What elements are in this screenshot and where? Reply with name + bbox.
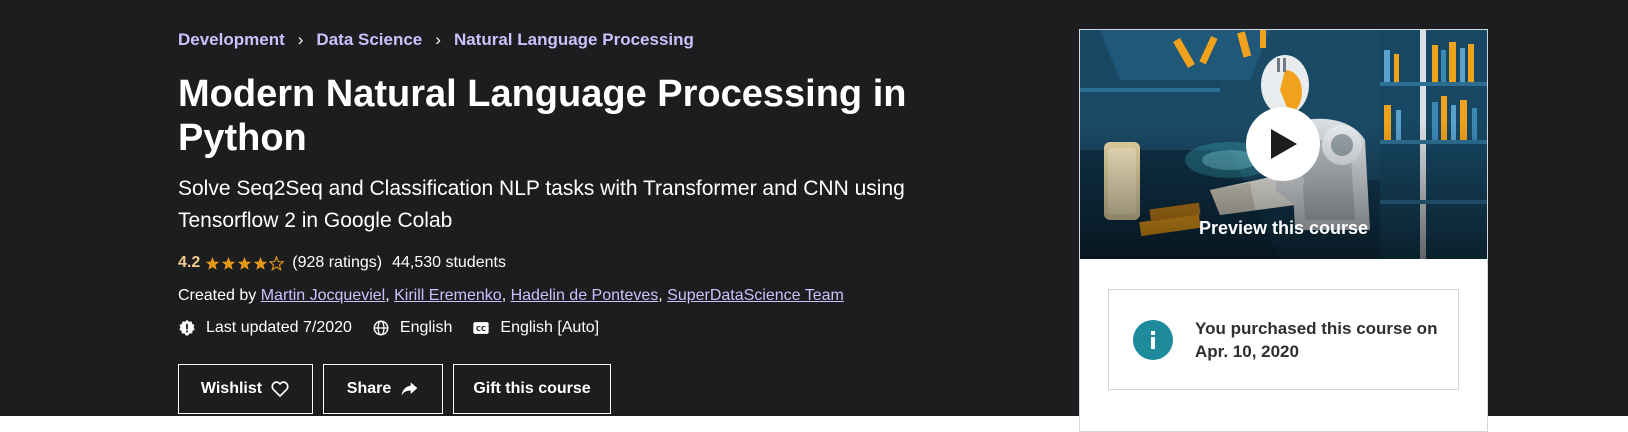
share-arrow-icon [401,382,418,396]
students-count: 44,530 students [392,254,506,271]
instructor-link[interactable]: Martin Jocqueviel [261,287,386,304]
last-updated-text: Last updated 7/2020 [206,319,352,336]
course-captions: CC English [Auto] [472,319,599,337]
purchased-notice: You purchased this course on Apr. 10, 20… [1108,289,1459,390]
chevron-right-icon: › [297,30,304,49]
breadcrumb-item-data-science[interactable]: Data Science [316,30,422,50]
course-subtitle: Solve Seq2Seq and Classification NLP tas… [178,177,905,232]
ratings-count[interactable]: (928 ratings) [292,254,382,272]
rating-value: 4.2 [178,254,201,271]
star-icon [238,256,252,270]
breadcrumb-item-development[interactable]: Development [178,30,285,50]
alert-badge-icon [179,319,195,336]
course-preview[interactable]: Preview this course [1080,30,1487,259]
gift-course-button[interactable]: Gift this course [453,364,611,414]
star-icon [206,256,220,270]
info-icon [1133,319,1173,360]
action-buttons: Wishlist Share Gift this course [178,364,621,414]
breadcrumb: Development › Data Science › Natural Lan… [178,30,694,50]
instructor-link[interactable]: SuperDataScience Team [667,287,844,304]
wishlist-label: Wishlist [200,380,263,397]
breadcrumb-item-nlp[interactable]: Natural Language Processing [454,30,694,50]
course-language: English [372,319,452,337]
star-icon [222,256,236,270]
gift-label: Gift this course [473,380,591,397]
share-label: Share [346,380,392,397]
course-title: Modern Natural Language Processing in Py… [178,73,907,159]
star-icon [254,256,268,270]
play-button[interactable] [1246,107,1320,181]
rating-summary: 4.2 (928 ratings) 44,530 students [178,254,506,272]
purchased-text: You purchased this course on Apr. 10, 20… [1195,318,1438,361]
last-updated: Last updated 7/2020 [178,319,352,337]
share-button[interactable]: Share [323,364,443,414]
instructor-link[interactable]: Hadelin de Ponteves [511,287,659,304]
course-sidebar: Preview this course You purchased this c… [1079,29,1488,432]
preview-label: Preview this course [1198,218,1369,238]
svg-text:CC: CC [476,325,486,333]
globe-icon [373,320,389,336]
star-rating [205,255,285,271]
language-text: English [399,319,453,336]
created-by-label: Created by [178,287,261,304]
course-meta: Last updated 7/2020 English CC English [… [178,319,619,337]
captions-text: English [Auto] [500,319,600,336]
closed-captions-icon: CC [473,322,490,334]
chevron-right-icon: › [435,30,441,49]
heart-icon [271,381,289,398]
star-icon [269,255,285,271]
instructor-link[interactable]: Kirill Eremenko [394,287,502,304]
play-icon [1271,129,1297,159]
instructors-line: Created by Martin Jocqueviel, Kirill Ere… [178,287,844,304]
wishlist-button[interactable]: Wishlist [178,364,313,414]
